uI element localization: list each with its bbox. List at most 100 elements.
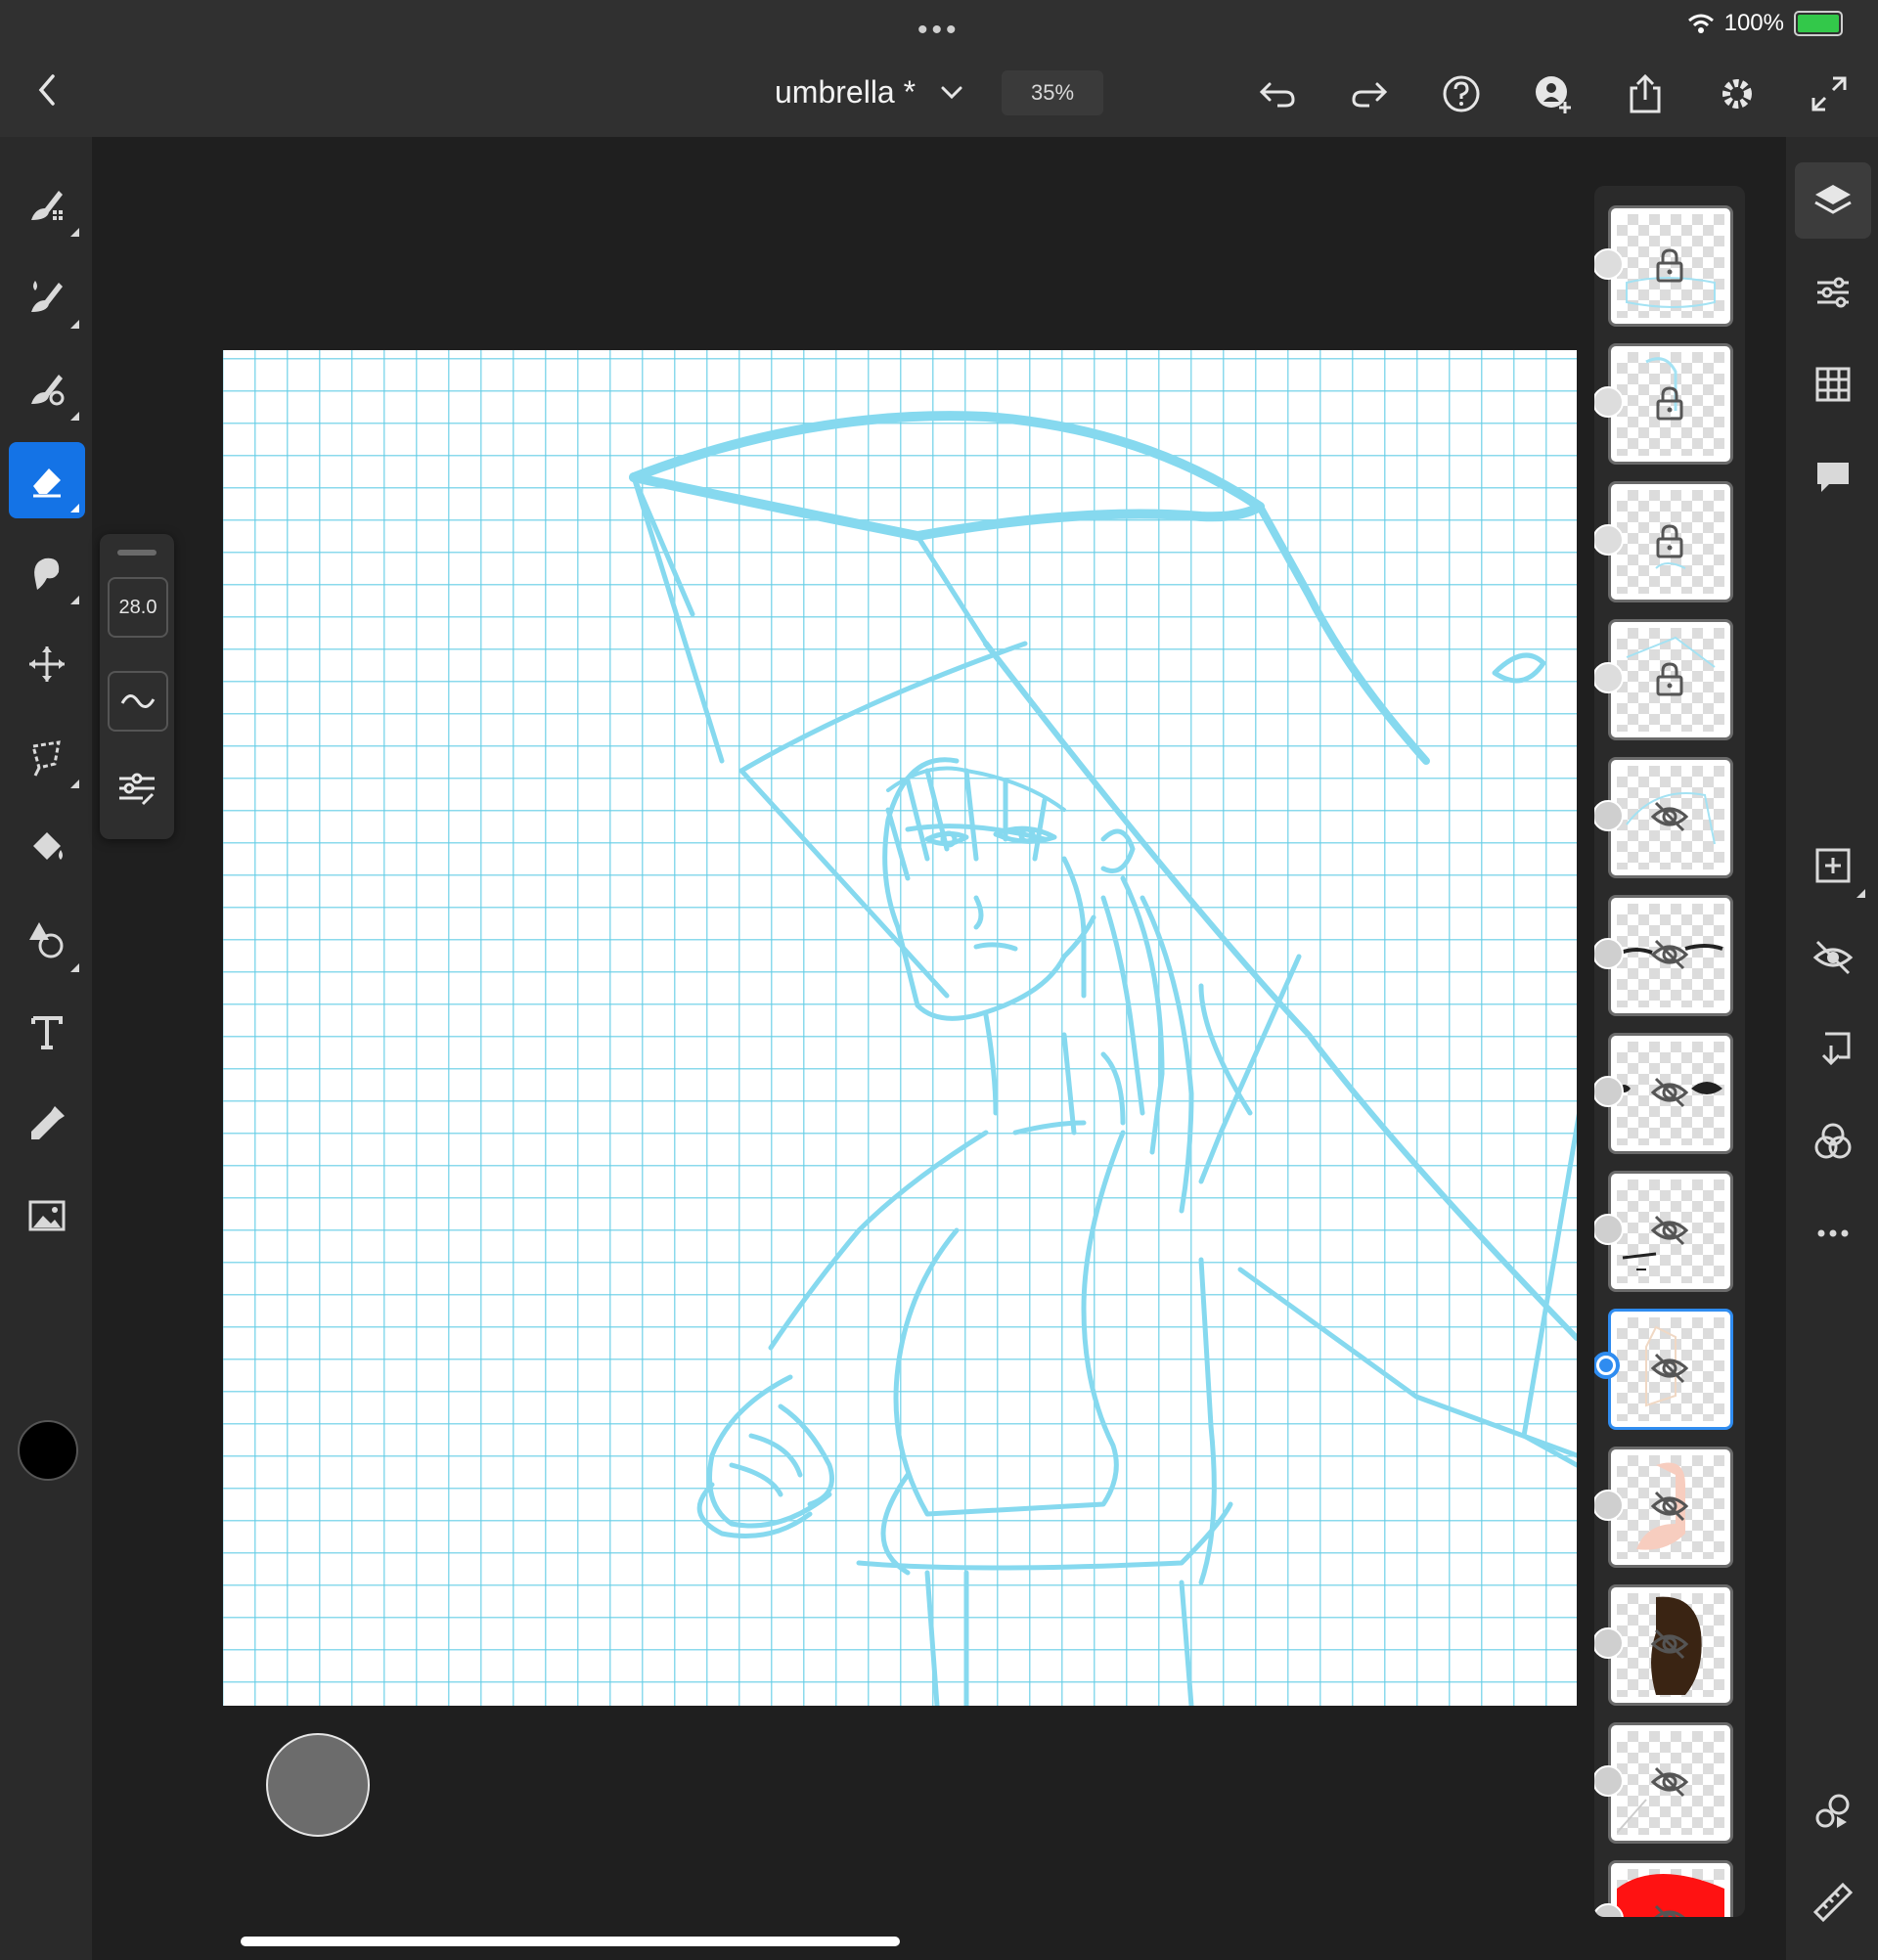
- layer-thumbnail[interactable]: [1608, 1033, 1733, 1154]
- merge-down-icon: [1821, 1032, 1851, 1066]
- ruler-icon: [1812, 1882, 1854, 1923]
- touch-shortcut-button[interactable]: [266, 1733, 370, 1837]
- help-icon[interactable]: [1440, 72, 1483, 115]
- document-title-group[interactable]: umbrella *: [775, 74, 964, 111]
- lock-icon[interactable]: [1650, 245, 1689, 285]
- lasso-tool[interactable]: [9, 718, 85, 794]
- timelapse-icon: [1815, 1794, 1850, 1828]
- vector-brush-tool[interactable]: [9, 350, 85, 426]
- lasso-icon: [31, 740, 61, 777]
- place-image-tool[interactable]: [9, 1178, 85, 1254]
- eye-hidden-icon[interactable]: [1650, 1625, 1689, 1664]
- timelapse-button[interactable]: [1795, 1772, 1871, 1849]
- eye-hidden-icon: [1812, 940, 1854, 975]
- status-bar: 100%: [1687, 10, 1843, 37]
- transform-tool[interactable]: [9, 626, 85, 702]
- eyedropper-tool[interactable]: [9, 1086, 85, 1162]
- pixel-brush-tool[interactable]: [9, 166, 85, 243]
- color-picker[interactable]: [18, 1420, 78, 1481]
- layer-thumbnail[interactable]: [1608, 1584, 1733, 1706]
- wifi-icon: [1687, 14, 1714, 33]
- blend-mode-button[interactable]: [1795, 1103, 1871, 1180]
- redo-icon[interactable]: [1348, 72, 1391, 115]
- tools-toolbar: [0, 137, 92, 1960]
- home-indicator[interactable]: [241, 1937, 900, 1946]
- sketch-artwork: [629, 411, 1577, 1706]
- ruler-button[interactable]: [1795, 1864, 1871, 1940]
- fullscreen-icon[interactable]: [1808, 72, 1851, 115]
- layer-thumbnail[interactable]: [1608, 1447, 1733, 1568]
- vector-brush-icon: [31, 375, 65, 406]
- toggle-visibility-button[interactable]: [1795, 919, 1871, 996]
- text-tool[interactable]: [9, 994, 85, 1070]
- right-toolbar: [1786, 137, 1878, 1960]
- live-brush-tool[interactable]: [9, 258, 85, 334]
- eye-hidden-icon[interactable]: [1650, 1900, 1689, 1917]
- layer-thumbnail[interactable]: [1608, 1171, 1733, 1292]
- layer-thumbnail[interactable]: [1608, 481, 1733, 602]
- brush-settings-panel: 28.0: [100, 534, 174, 839]
- eye-hidden-icon[interactable]: [1650, 935, 1689, 974]
- grid-icon: [1815, 367, 1851, 402]
- eraser-tool[interactable]: [9, 442, 85, 518]
- text-icon: [31, 1016, 63, 1049]
- layer-thumbnail[interactable]: [1608, 1860, 1733, 1917]
- chevron-down-icon[interactable]: [939, 84, 964, 102]
- layers-button[interactable]: [1795, 162, 1871, 239]
- layer-thumbnail[interactable]: [1608, 895, 1733, 1016]
- back-icon[interactable]: [33, 70, 61, 110]
- shapes-icon: [29, 922, 64, 958]
- add-layer-button[interactable]: [1795, 827, 1871, 904]
- brush-settings-icon[interactable]: [113, 765, 160, 812]
- comment-icon: [1817, 463, 1849, 492]
- fill-tool[interactable]: [9, 810, 85, 886]
- grid-button[interactable]: [1795, 346, 1871, 423]
- eye-hidden-icon[interactable]: [1650, 1073, 1689, 1112]
- document-title[interactable]: umbrella *: [775, 74, 916, 111]
- sliders-icon: [1817, 277, 1849, 308]
- smoothing-button[interactable]: [108, 671, 168, 732]
- eye-hidden-icon[interactable]: [1650, 1762, 1689, 1802]
- more-options-button[interactable]: [1795, 1195, 1871, 1271]
- settings-icon[interactable]: [1716, 72, 1759, 115]
- panel-grip[interactable]: [117, 550, 156, 556]
- eye-hidden-icon[interactable]: [1650, 1349, 1689, 1388]
- comments-button[interactable]: [1795, 438, 1871, 514]
- layer-thumbnail[interactable]: [1608, 1722, 1733, 1844]
- layer-thumbnail[interactable]: [1608, 343, 1733, 465]
- zoom-level[interactable]: 35%: [1002, 70, 1103, 115]
- top-bar: ••• 100% umbrella * 35%: [0, 0, 1878, 137]
- layer-thumbnail[interactable]: [1608, 619, 1733, 740]
- move-icon: [29, 646, 65, 682]
- layer-properties-button[interactable]: [1795, 254, 1871, 331]
- live-brush-icon: [31, 281, 63, 312]
- brush-size[interactable]: 28.0: [108, 577, 168, 638]
- lock-icon[interactable]: [1650, 659, 1689, 698]
- merge-down-button[interactable]: [1795, 1011, 1871, 1088]
- eye-hidden-icon[interactable]: [1650, 1487, 1689, 1526]
- smudge-tool[interactable]: [9, 534, 85, 610]
- layer-thumbnail[interactable]: [1608, 1309, 1733, 1430]
- more-icon: [1817, 1229, 1849, 1237]
- share-icon[interactable]: [1624, 72, 1667, 115]
- undo-icon[interactable]: [1256, 72, 1299, 115]
- blend-icon: [1814, 1123, 1852, 1159]
- wave-icon: [120, 694, 156, 708]
- shape-tool[interactable]: [9, 902, 85, 978]
- layer-thumbnail[interactable]: [1608, 757, 1733, 878]
- layer-thumbnail[interactable]: [1608, 205, 1733, 327]
- eyedropper-icon: [31, 1106, 65, 1139]
- invite-user-icon[interactable]: [1532, 72, 1575, 115]
- battery-icon: [1794, 11, 1843, 36]
- layers-icon: [1814, 185, 1852, 214]
- drawing-canvas[interactable]: [223, 350, 1577, 1706]
- eye-hidden-icon[interactable]: [1650, 797, 1689, 836]
- pixel-brush-icon: [31, 191, 63, 220]
- lock-icon[interactable]: [1650, 521, 1689, 560]
- multitask-dots-icon[interactable]: •••: [917, 14, 961, 47]
- eye-hidden-icon[interactable]: [1650, 1211, 1689, 1250]
- layers-panel: [1594, 186, 1745, 1917]
- image-icon: [28, 1200, 66, 1231]
- battery-percentage: 100%: [1723, 10, 1784, 36]
- lock-icon[interactable]: [1650, 383, 1689, 423]
